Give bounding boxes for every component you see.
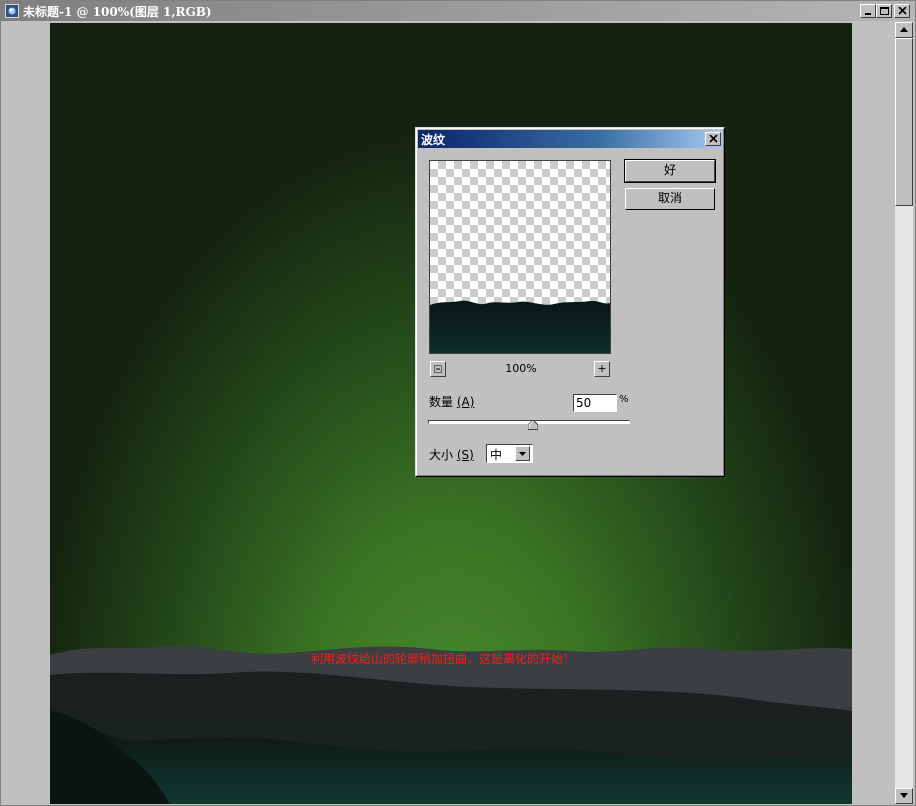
zoom-level: 100% bbox=[505, 362, 537, 375]
zoom-out-button[interactable] bbox=[430, 361, 446, 377]
minimize-button[interactable] bbox=[860, 4, 876, 18]
scroll-down-button[interactable] bbox=[895, 788, 913, 804]
dialog-title: 波纹 bbox=[421, 133, 446, 147]
size-dropdown-arrow[interactable] bbox=[515, 446, 530, 461]
amount-unit: % bbox=[619, 394, 629, 405]
amount-input[interactable]: 50 bbox=[573, 394, 617, 412]
amount-label-text: 数量 bbox=[429, 395, 454, 409]
tutorial-annotation: 利用波纹给山的轮廓稍加扭曲，这是离化的开始！ bbox=[311, 652, 576, 666]
chevron-down-icon bbox=[519, 452, 526, 456]
amount-label: 数量 (A) bbox=[429, 393, 474, 410]
dialog-titlebar[interactable]: 波纹 bbox=[418, 130, 722, 148]
size-label-text: 大小 bbox=[429, 448, 454, 462]
vertical-scrollbar[interactable] bbox=[895, 22, 913, 804]
zoom-in-button[interactable]: + bbox=[594, 361, 610, 377]
size-selected-value: 中 bbox=[490, 448, 503, 462]
scroll-thumb[interactable] bbox=[895, 38, 913, 206]
size-label: 大小 (S) bbox=[429, 446, 474, 463]
close-icon bbox=[898, 7, 907, 15]
preview-mountain bbox=[430, 300, 610, 353]
window-titlebar[interactable]: 未标题-1 @ 100%(图层 1,RGB) bbox=[1, 1, 915, 21]
amount-slider-thumb[interactable] bbox=[528, 420, 539, 430]
cancel-button[interactable]: 取消 bbox=[625, 188, 715, 210]
filter-preview[interactable] bbox=[429, 160, 611, 354]
minimize-icon bbox=[865, 13, 871, 15]
zoom-out-icon bbox=[434, 365, 442, 373]
dialog-close-button[interactable] bbox=[705, 132, 721, 146]
close-icon bbox=[709, 135, 718, 143]
ripple-dialog: 波纹 好 取消 100% + 数量 (A) 50 % 大小 (S) 中 bbox=[415, 127, 725, 477]
size-mnemonic: (S) bbox=[456, 448, 474, 462]
ok-button[interactable]: 好 bbox=[625, 160, 715, 182]
close-button[interactable] bbox=[894, 4, 910, 18]
arrow-down-icon bbox=[900, 793, 908, 798]
photoshop-document-icon bbox=[5, 4, 19, 18]
arrow-up-icon bbox=[900, 27, 908, 32]
maximize-button[interactable] bbox=[876, 4, 892, 18]
scroll-up-button[interactable] bbox=[895, 22, 913, 38]
window-title: 未标题-1 @ 100%(图层 1,RGB) bbox=[23, 5, 212, 19]
amount-mnemonic: (A) bbox=[456, 395, 475, 409]
maximize-icon bbox=[880, 7, 889, 15]
size-dropdown[interactable]: 中 bbox=[486, 444, 533, 463]
